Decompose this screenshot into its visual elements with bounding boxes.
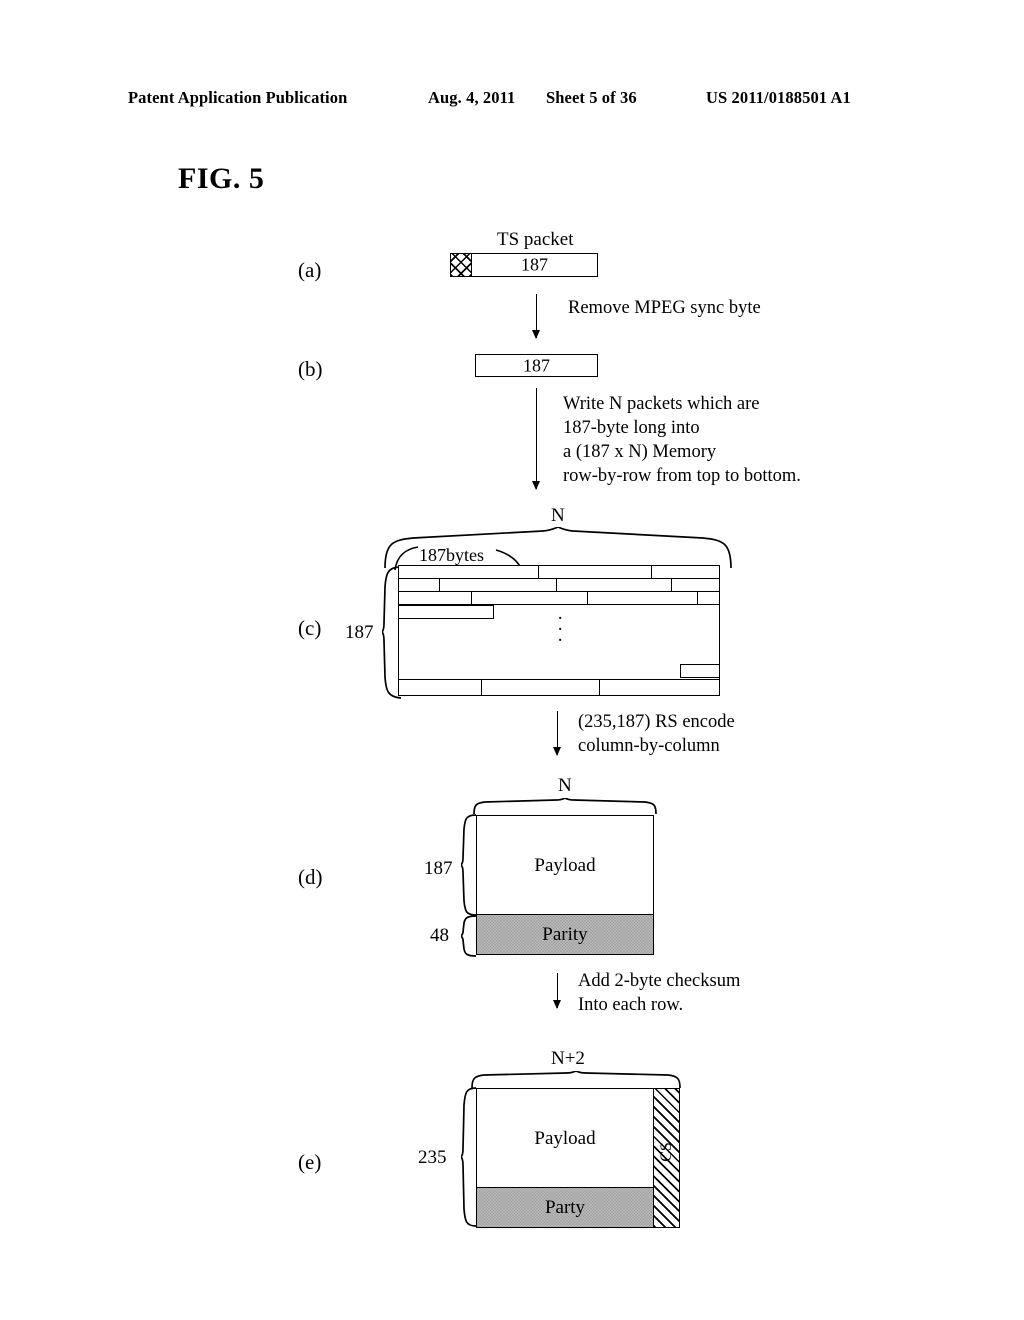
memory-row (399, 679, 719, 695)
parity-region-e: Party (477, 1187, 653, 1227)
header-patent-number: US 2011/0188501 A1 (706, 88, 851, 107)
arrow-b-to-c (532, 388, 540, 490)
packet-length-a: 187 (521, 254, 548, 275)
patent-figure-page: Patent Application Publication Aug. 4, 2… (0, 0, 1024, 1320)
dim-e-left-235: 235 (418, 1147, 447, 1168)
step-label-b: (b) (298, 357, 323, 381)
rs-block-d: Payload Parity (476, 815, 654, 955)
step-label-e: (e) (298, 1150, 322, 1174)
ts-packet-box-a: 187 (450, 253, 598, 277)
packet-boundary-tick (587, 592, 588, 604)
memory-partial-cell (398, 605, 494, 619)
payload-region-e: Payload (477, 1089, 653, 1189)
memory-row (399, 579, 719, 592)
checksum-strip-e: CS (653, 1089, 679, 1227)
brace-e-top (471, 1071, 681, 1089)
step-label-c: (c) (298, 616, 322, 640)
dim-c-top-N: N (551, 505, 565, 526)
packet-boundary-tick (439, 579, 440, 591)
memory-row (399, 566, 719, 579)
figure-title: FIG. 5 (178, 162, 265, 195)
ts-packet-box-b: 187 (475, 354, 598, 377)
step-label-d: (d) (298, 865, 323, 889)
packet-boundary-tick (599, 680, 600, 695)
packet-length-b: 187 (523, 354, 550, 375)
ts-packet-caption: TS packet (497, 229, 574, 250)
memory-row (399, 592, 719, 605)
brace-d-left-48 (461, 915, 477, 957)
dim-e-top-Nplus2: N+2 (551, 1048, 585, 1069)
arrow-c-to-d (553, 711, 561, 756)
packet-boundary-tick (671, 579, 672, 591)
packet-boundary-tick (651, 566, 652, 578)
annotation-add-checksum: Add 2-byte checksum Into each row. (578, 971, 741, 1015)
dim-d-left-187: 187 (424, 858, 453, 879)
memory-ellipsis: · · · (557, 608, 564, 651)
header-sheet: Sheet 5 of 36 (546, 88, 637, 107)
packet-boundary-tick (481, 680, 482, 695)
header-publication: Patent Application Publication (128, 88, 348, 107)
dim-d-top-N: N (558, 775, 572, 796)
packet-boundary-tick (697, 592, 698, 604)
dim-d-left-48: 48 (430, 925, 449, 946)
header-date: Aug. 4, 2011 (428, 88, 516, 107)
brace-e-left (461, 1087, 477, 1227)
checksum-label: CS (657, 1142, 675, 1163)
parity-region-d: Parity (477, 914, 653, 954)
step-label-a: (a) (298, 258, 322, 282)
brace-d-left-187 (461, 814, 477, 916)
memory-partial-cell (680, 664, 720, 678)
packet-boundary-tick (538, 566, 539, 578)
annotation-remove-sync-byte: Remove MPEG sync byte (568, 298, 761, 318)
rs-block-e: Payload Party CS (476, 1088, 680, 1228)
annotation-write-n-packets: Write N packets which are 187-byte long … (563, 394, 801, 486)
payload-region-d: Payload (477, 816, 653, 916)
memory-matrix-c: · · · (398, 565, 720, 696)
arrow-d-to-e (553, 973, 561, 1009)
packet-boundary-tick (471, 592, 472, 604)
brace-d-top (473, 798, 657, 815)
arrow-a-to-b (532, 294, 540, 339)
annotation-rs-encode: (235,187) RS encode column-by-column (578, 712, 735, 756)
packet-boundary-tick (556, 579, 557, 591)
dim-c-left-187: 187 (345, 622, 374, 643)
